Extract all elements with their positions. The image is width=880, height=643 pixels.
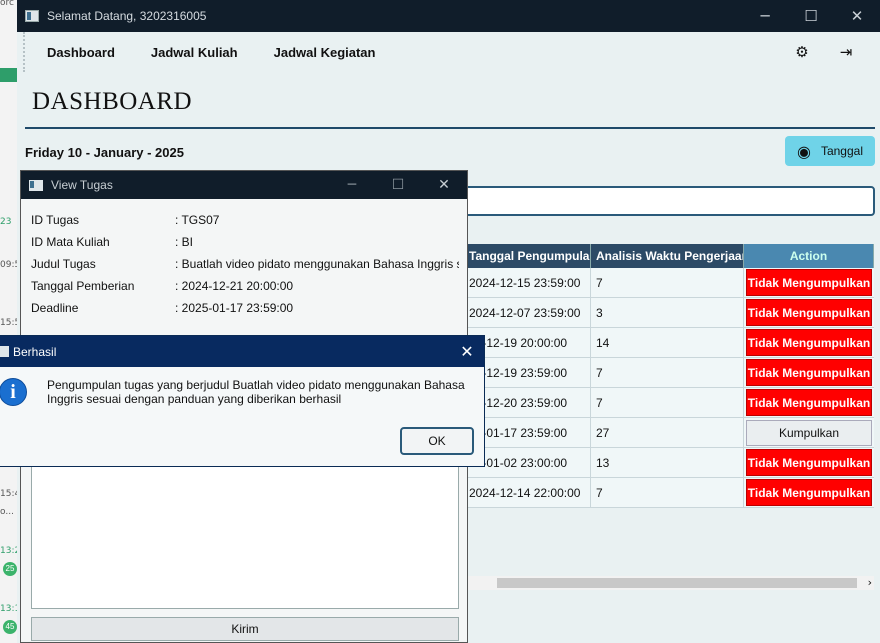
cell-tanggal: 24-12-19 23:59:00 (467, 358, 591, 387)
tidak-mengumpulkan-button[interactable]: Tidak Mengumpulkan (746, 359, 872, 386)
col-header-tanggal: Tanggal Pengumpulan (467, 244, 591, 268)
scroll-right-arrow-icon[interactable]: › (868, 576, 872, 589)
app-icon (0, 346, 9, 357)
field-tanggal-pemberian: Tanggal Pemberian : 2024-12-21 20:00:00 (31, 279, 459, 293)
cell-analisis: 13 (591, 448, 744, 477)
nav-jadwal-kegiatan[interactable]: Jadwal Kegiatan (274, 45, 376, 60)
close-icon[interactable]: ✕ (421, 177, 467, 193)
app-icon (29, 179, 43, 191)
cell-tanggal: 25-01-17 23:59:00 (467, 418, 591, 447)
minimize-icon[interactable]: ─ (329, 177, 375, 193)
field-label: ID Mata Kuliah (31, 235, 110, 249)
col-header-action: Action (744, 244, 874, 268)
field-id-mata-kuliah: ID Mata Kuliah : BI (31, 235, 459, 249)
table-row: 2024-12-14 22:00:00 7 Tidak Mengumpulkan (467, 478, 874, 508)
search-input[interactable] (457, 186, 875, 216)
ok-button[interactable]: OK (400, 427, 474, 455)
cell-tanggal: 25-01-02 23:00:00 (467, 448, 591, 477)
minimize-icon[interactable]: ─ (742, 7, 788, 25)
field-label: Judul Tugas (31, 257, 96, 271)
tidak-mengumpulkan-button[interactable]: Tidak Mengumpulkan (746, 479, 872, 506)
submission-textarea[interactable] (31, 461, 459, 609)
field-value: : BI (175, 235, 194, 249)
window-title: Selamat Datang, 3202316005 (47, 9, 207, 23)
bg-text: o... (0, 507, 14, 517)
settings-gear-icon[interactable]: ⚙ (792, 42, 812, 62)
berhasil-titlebar: Berhasil ✕ (0, 336, 484, 367)
field-id-tugas: ID Tugas : TGS07 (31, 213, 459, 227)
cell-tanggal: 2024-12-14 22:00:00 (467, 478, 591, 507)
cell-analisis: 27 (591, 418, 744, 447)
table-row: 25-01-17 23:59:00 27 Kumpulkan (467, 418, 874, 448)
table-row: 24-12-19 20:00:00 14 Tidak Mengumpulkan (467, 328, 874, 358)
message-line: Pengumpulan tugas yang berjudul Buatlah … (47, 378, 465, 392)
nav-jadwal-kuliah[interactable]: Jadwal Kuliah (151, 45, 238, 60)
field-judul-tugas: Judul Tugas : Buatlah video pidato mengg… (31, 257, 459, 271)
tidak-mengumpulkan-button[interactable]: Tidak Mengumpulkan (746, 269, 872, 296)
message-line: Inggris sesuai dengan panduan yang diber… (47, 392, 342, 406)
main-titlebar: Selamat Datang, 3202316005 ─ ☐ ✕ (17, 0, 880, 32)
field-value: : TGS07 (175, 213, 220, 227)
bg-green-bar (0, 68, 18, 82)
tidak-mengumpulkan-button[interactable]: Tidak Mengumpulkan (746, 449, 872, 476)
bg-text: orc (0, 0, 14, 8)
field-value: : 2024-12-21 20:00:00 (175, 279, 294, 293)
cell-analisis: 7 (591, 358, 744, 387)
eye-icon: ◉ (796, 141, 811, 161)
field-label: Deadline (31, 301, 79, 315)
field-value: : 2025-01-17 23:59:00 (175, 301, 294, 315)
berhasil-title: Berhasil (13, 344, 57, 359)
berhasil-dialog: Berhasil ✕ i Pengumpulan tugas yang berj… (0, 335, 485, 467)
bg-badge: 45 (3, 620, 17, 634)
cell-tanggal: 2024-12-15 23:59:00 (467, 268, 591, 297)
bg-badge: 25 (3, 562, 17, 576)
cell-analisis: 3 (591, 298, 744, 327)
navbar: Dashboard Jadwal Kuliah Jadwal Kegiatan … (23, 32, 880, 72)
tanggal-label: Tanggal (820, 144, 863, 158)
bg-text: 23 (0, 217, 12, 227)
background-app-strip: orc 23 09:5 15:5 15:4 o... 13:2 25 13:1 … (0, 0, 20, 643)
view-tugas-title: View Tugas (51, 178, 113, 192)
tidak-mengumpulkan-button[interactable]: Tidak Mengumpulkan (746, 299, 872, 326)
cell-analisis: 7 (591, 388, 744, 417)
logout-icon[interactable]: ⇥ (836, 42, 856, 62)
tidak-mengumpulkan-button[interactable]: Tidak Mengumpulkan (746, 329, 872, 356)
current-date: Friday 10 - January - 2025 (25, 145, 184, 160)
info-icon: i (0, 378, 27, 406)
tugas-table: Tanggal Pengumpulan Analisis Waktu Penge… (467, 244, 874, 508)
app-icon (25, 10, 39, 22)
table-header-row: Tanggal Pengumpulan Analisis Waktu Penge… (467, 244, 874, 268)
maximize-icon[interactable]: ☐ (788, 7, 834, 25)
cell-tanggal: 24-12-19 20:00:00 (467, 328, 591, 357)
cell-analisis: 7 (591, 268, 744, 297)
field-label: ID Tugas (31, 213, 80, 227)
nav-dashboard[interactable]: Dashboard (47, 45, 115, 60)
kirim-button[interactable]: Kirim (31, 617, 459, 641)
table-row: 2024-12-15 23:59:00 7 Tidak Mengumpulkan (467, 268, 874, 298)
berhasil-message: Pengumpulan tugas yang berjudul Buatlah … (47, 378, 477, 406)
field-label: Tanggal Pemberian (31, 279, 135, 293)
cell-analisis: 14 (591, 328, 744, 357)
maximize-icon: ☐ (391, 177, 405, 193)
cell-tanggal: 24-12-20 23:59:00 (467, 388, 591, 417)
close-icon[interactable]: ✕ (450, 342, 484, 361)
table-row: 25-01-02 23:00:00 13 Tidak Mengumpulkan (467, 448, 874, 478)
field-deadline: Deadline : 2025-01-17 23:59:00 (31, 301, 459, 315)
title-divider (25, 127, 875, 129)
horizontal-scrollbar[interactable]: › (467, 576, 874, 590)
view-tugas-titlebar: View Tugas ─ ☐ ✕ (21, 171, 467, 199)
cell-tanggal: 2024-12-07 23:59:00 (467, 298, 591, 327)
tidak-mengumpulkan-button[interactable]: Tidak Mengumpulkan (746, 389, 872, 416)
kumpulkan-button[interactable]: Kumpulkan (746, 419, 872, 446)
field-value: : Buatlah video pidato menggunakan Bahas… (175, 257, 459, 271)
cell-analisis: 7 (591, 478, 744, 507)
col-header-analisis: Analisis Waktu Pengerjaan (591, 244, 744, 268)
table-row: 2024-12-07 23:59:00 3 Tidak Mengumpulkan (467, 298, 874, 328)
page-title: DASHBOARD (32, 88, 193, 115)
table-row: 24-12-19 23:59:00 7 Tidak Mengumpulkan (467, 358, 874, 388)
scrollbar-thumb[interactable] (497, 578, 857, 588)
table-row: 24-12-20 23:59:00 7 Tidak Mengumpulkan (467, 388, 874, 418)
tanggal-button[interactable]: ◉ Tanggal (785, 136, 875, 166)
close-icon[interactable]: ✕ (834, 7, 880, 25)
